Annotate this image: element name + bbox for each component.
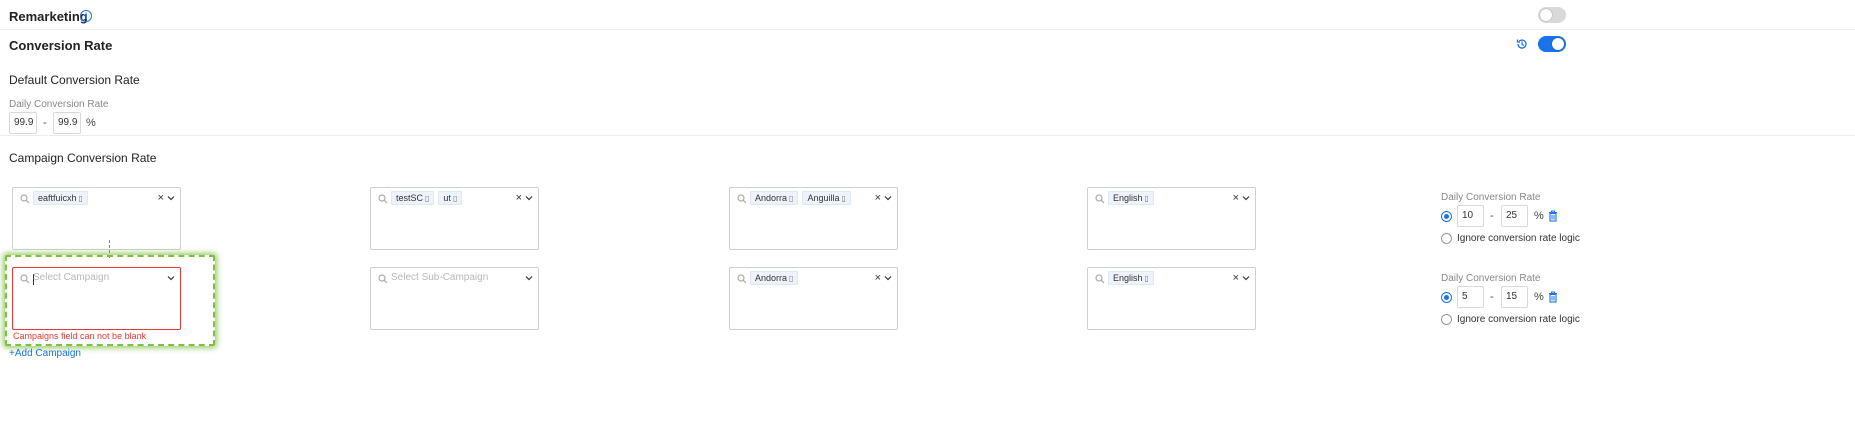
divider — [0, 29, 1855, 30]
remarketing-title: Remarketing — [9, 9, 88, 24]
conversion-rate-title: Conversion Rate — [9, 38, 113, 53]
language-tag: English ▯ — [1108, 191, 1154, 205]
sub-campaign-select[interactable]: Select Sub-Campaign — [370, 267, 539, 330]
language-select[interactable]: English ▯ × — [1087, 267, 1256, 330]
clear-icon[interactable]: × — [875, 192, 881, 204]
conversion-rate-toggle[interactable] — [1538, 36, 1566, 52]
search-icon — [1095, 274, 1105, 284]
tag-remove-icon[interactable]: ▯ — [1145, 274, 1149, 283]
default-conversion-rate-title: Default Conversion Rate — [9, 73, 140, 87]
campaign-placeholder: Select Campaign — [33, 272, 110, 283]
tag-label: Anguilla — [807, 193, 840, 203]
range-separator: - — [1490, 210, 1494, 222]
rate-radio[interactable] — [1441, 292, 1452, 303]
ignore-radio[interactable] — [1441, 233, 1452, 244]
add-campaign-link[interactable]: +Add Campaign — [9, 348, 81, 359]
tag-remove-icon[interactable]: ▯ — [453, 194, 457, 203]
percent-unit: % — [1534, 291, 1544, 303]
trash-icon[interactable] — [1548, 291, 1558, 303]
tag-label: testSC — [396, 193, 424, 203]
remarketing-toggle[interactable] — [1538, 7, 1566, 23]
default-min-input[interactable]: 99.9 — [9, 112, 37, 134]
clear-icon[interactable]: × — [1233, 272, 1239, 284]
campaign-error-message: Campaigns field can not be blank — [13, 331, 147, 341]
language-select[interactable]: English ▯ × — [1087, 187, 1256, 250]
chevron-down-icon[interactable] — [525, 195, 533, 201]
range-separator: - — [1490, 291, 1494, 303]
range-separator: - — [43, 117, 47, 129]
country-tag: Andorra ▯ — [750, 191, 799, 205]
clear-icon[interactable]: × — [1233, 192, 1239, 204]
percent-unit: % — [86, 117, 96, 129]
default-max-input[interactable]: 99.9 — [53, 112, 81, 134]
chevron-down-icon[interactable] — [1242, 275, 1250, 281]
chevron-down-icon[interactable] — [1242, 195, 1250, 201]
campaign-conversion-rate-title: Campaign Conversion Rate — [9, 151, 157, 165]
campaign-tag: eaftfuicxh ▯ — [33, 191, 88, 205]
rate-radio[interactable] — [1441, 211, 1452, 222]
search-icon — [20, 194, 30, 204]
chevron-down-icon[interactable] — [884, 275, 892, 281]
tag-label: eaftfuicxh — [38, 193, 77, 203]
clear-icon[interactable]: × — [516, 192, 522, 204]
ignore-conversion-rate-label: Ignore conversion rate logic — [1457, 314, 1580, 325]
row-min-input[interactable]: 5 — [1457, 286, 1484, 308]
language-tag: English ▯ — [1108, 271, 1154, 285]
percent-unit: % — [1534, 210, 1544, 222]
tag-remove-icon[interactable]: ▯ — [789, 274, 793, 283]
trash-icon[interactable] — [1548, 210, 1558, 222]
tag-remove-icon[interactable]: ▯ — [1145, 194, 1149, 203]
search-icon — [737, 274, 747, 284]
daily-conversion-rate-label: Daily Conversion Rate — [1441, 273, 1541, 284]
search-icon — [20, 274, 30, 284]
country-tag: Andorra ▯ — [750, 271, 799, 285]
chevron-down-icon[interactable] — [884, 195, 892, 201]
country-select[interactable]: Andorra ▯ × — [729, 267, 898, 330]
row-max-input[interactable]: 25 — [1501, 205, 1528, 227]
tag-label: English — [1113, 193, 1143, 203]
row-min-input[interactable]: 10 — [1457, 205, 1484, 227]
toggle-knob — [1552, 38, 1564, 50]
info-icon[interactable]: i — [80, 10, 92, 22]
ignore-conversion-rate-label: Ignore conversion rate logic — [1457, 233, 1580, 244]
clear-icon[interactable]: × — [158, 192, 164, 204]
sub-campaign-tag: testSC ▯ — [391, 191, 435, 205]
tag-remove-icon[interactable]: ▯ — [841, 194, 845, 203]
tag-label: Andorra — [755, 273, 788, 283]
tag-label: English — [1113, 273, 1143, 283]
search-icon — [378, 194, 388, 204]
row-max-input[interactable]: 15 — [1501, 286, 1528, 308]
tag-remove-icon[interactable]: ▯ — [79, 194, 83, 203]
tag-remove-icon[interactable]: ▯ — [425, 194, 429, 203]
tag-label: ut — [443, 193, 451, 203]
chevron-down-icon[interactable] — [167, 195, 175, 201]
tag-label: Andorra — [755, 193, 788, 203]
clear-icon[interactable]: × — [875, 272, 881, 284]
search-icon — [1095, 194, 1105, 204]
country-tag: Anguilla ▯ — [802, 191, 851, 205]
search-icon — [737, 194, 747, 204]
tag-remove-icon[interactable]: ▯ — [789, 194, 793, 203]
divider — [0, 135, 1855, 136]
ignore-radio[interactable] — [1441, 314, 1452, 325]
search-icon — [378, 274, 388, 284]
daily-conversion-rate-label: Daily Conversion Rate — [1441, 192, 1541, 203]
toggle-knob — [1540, 9, 1552, 21]
chevron-down-icon[interactable] — [525, 275, 533, 281]
sub-campaign-select[interactable]: testSC ▯ ut ▯ × — [370, 187, 539, 250]
sub-campaign-placeholder: Select Sub-Campaign — [391, 272, 489, 283]
chevron-down-icon[interactable] — [167, 275, 175, 281]
campaign-select[interactable]: eaftfuicxh ▯ × — [12, 187, 181, 250]
daily-conversion-rate-label: Daily Conversion Rate — [9, 99, 109, 110]
country-select[interactable]: Andorra ▯ Anguilla ▯ × — [729, 187, 898, 250]
campaign-select[interactable]: Select Campaign — [12, 267, 181, 330]
sub-campaign-tag: ut ▯ — [438, 191, 463, 205]
history-icon[interactable] — [1515, 37, 1529, 51]
